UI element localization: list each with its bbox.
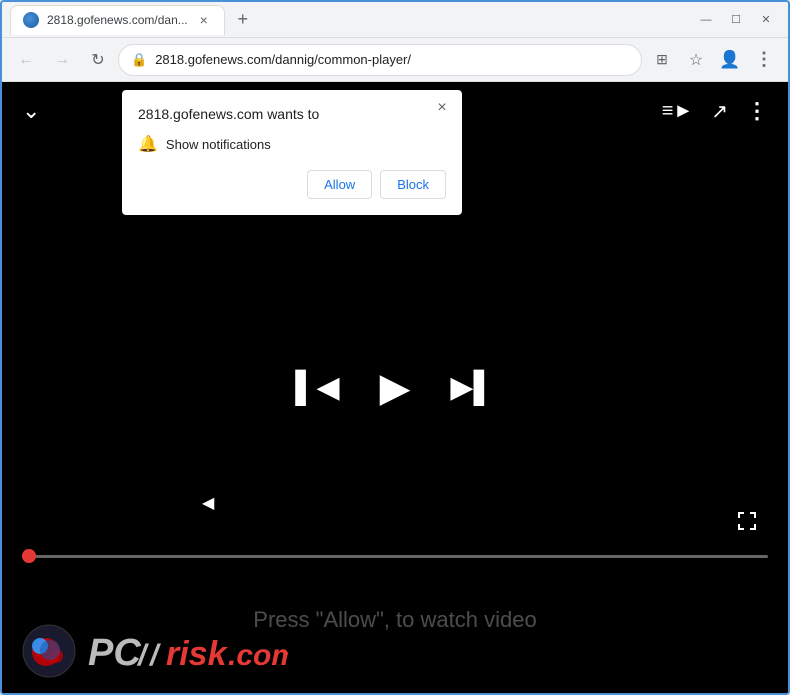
svg-text:/: / — [148, 639, 161, 672]
active-tab[interactable]: 2818.gofenews.com/dan... × — [10, 5, 225, 35]
close-button[interactable]: ✕ — [752, 9, 780, 31]
bell-icon: 🔔 — [138, 134, 158, 154]
logo-icon — [22, 624, 76, 678]
tab-area: 2818.gofenews.com/dan... × + — [10, 5, 686, 35]
fullscreen-button[interactable] — [736, 510, 758, 538]
cursor: ◀ — [202, 493, 214, 513]
lock-icon: 🔒 — [131, 52, 147, 68]
back-button[interactable]: ← — [10, 44, 42, 76]
maximize-button[interactable]: ☐ — [722, 9, 750, 31]
more-vert-icon[interactable]: ⋮ — [746, 98, 768, 124]
popup-close-button[interactable]: × — [432, 98, 452, 118]
tab-favicon — [23, 12, 39, 28]
svg-text:risk: risk — [166, 635, 229, 673]
svg-text:.com: .com — [228, 639, 288, 672]
progress-dot — [22, 549, 36, 563]
popup-title: 2818.gofenews.com wants to — [138, 106, 446, 122]
account-icon: 👤 — [719, 50, 740, 70]
popup-buttons: Allow Block — [138, 170, 446, 199]
url-text: 2818.gofenews.com/dannig/common-player/ — [155, 52, 629, 67]
show-notifications-text: Show notifications — [166, 137, 271, 152]
browser-window: 2818.gofenews.com/dan... × + — ☐ ✕ ← → ↻… — [0, 0, 790, 695]
nav-bar: ← → ↻ 🔒 2818.gofenews.com/dannig/common-… — [2, 38, 788, 82]
menu-icon: ⋮ — [755, 49, 773, 70]
refresh-icon: ↻ — [91, 50, 104, 70]
player-bottom-area — [2, 549, 788, 563]
logo-area: PC / / risk .com — [2, 608, 788, 693]
account-button[interactable]: 👤 — [714, 44, 746, 76]
allow-button[interactable]: Allow — [307, 170, 372, 199]
popup-notification-row: 🔔 Show notifications — [138, 134, 446, 154]
tab-title: 2818.gofenews.com/dan... — [47, 13, 188, 27]
minimize-button[interactable]: — — [692, 9, 720, 31]
progress-track — [34, 555, 768, 558]
star-icon: ☆ — [689, 50, 703, 70]
progress-bar[interactable] — [22, 549, 768, 563]
apps-icon: ⊞ — [656, 51, 668, 68]
forward-icon: → — [54, 51, 70, 69]
share-icon[interactable]: ↗ — [711, 99, 728, 124]
refresh-button[interactable]: ↻ — [82, 44, 114, 76]
page-content: ⌄ ≡► ↗ ⋮ ▌◀ ▶ ▶▌ ◀ — [2, 82, 788, 693]
logo-text: PC / / risk .com — [88, 623, 288, 678]
svg-text:PC: PC — [88, 632, 141, 673]
player-main-controls: ▌◀ ▶ ▶▌ — [295, 365, 494, 411]
queue-icon[interactable]: ≡► — [662, 100, 693, 123]
svg-text:/: / — [136, 639, 149, 672]
menu-button[interactable]: ⋮ — [748, 44, 780, 76]
notification-popup: × 2818.gofenews.com wants to 🔔 Show noti… — [122, 90, 462, 215]
nav-right-buttons: ⊞ ☆ 👤 ⋮ — [646, 44, 780, 76]
back-icon: ← — [18, 51, 34, 69]
play-button[interactable]: ▶ — [380, 365, 411, 411]
player-top-right: ≡► ↗ ⋮ — [662, 98, 768, 124]
block-button[interactable]: Block — [380, 170, 446, 199]
apps-button[interactable]: ⊞ — [646, 44, 678, 76]
bookmark-button[interactable]: ☆ — [680, 44, 712, 76]
skip-previous-button[interactable]: ▌◀ — [295, 370, 339, 405]
window-controls: — ☐ ✕ — [692, 9, 780, 31]
skip-next-button[interactable]: ▶▌ — [450, 370, 494, 405]
new-tab-button[interactable]: + — [229, 6, 257, 34]
title-bar: 2818.gofenews.com/dan... × + — ☐ ✕ — [2, 2, 788, 38]
address-bar[interactable]: 🔒 2818.gofenews.com/dannig/common-player… — [118, 44, 642, 76]
chevron-down-icon[interactable]: ⌄ — [22, 98, 40, 124]
forward-button[interactable]: → — [46, 44, 78, 76]
tab-close-button[interactable]: × — [196, 12, 212, 28]
